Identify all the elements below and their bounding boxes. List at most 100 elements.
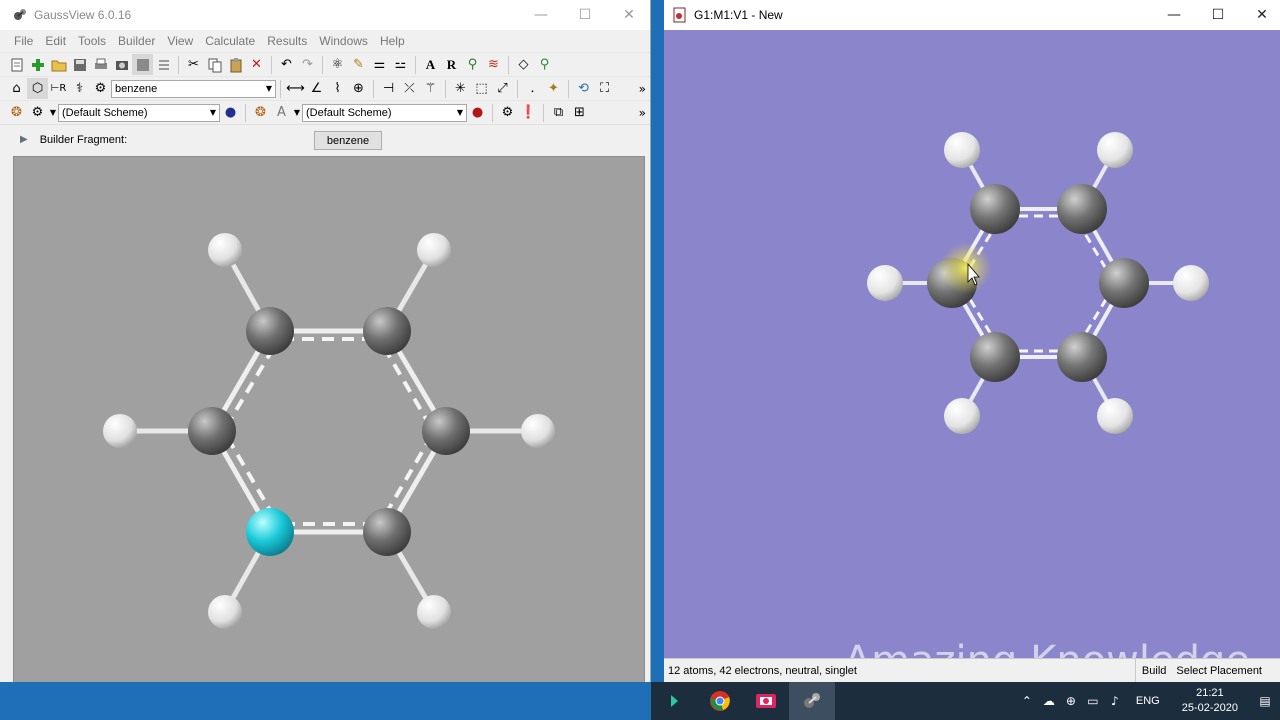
atom-tool-icon[interactable]: ⚍: [390, 54, 411, 75]
menu-tools[interactable]: Tools: [72, 34, 112, 48]
copy-icon[interactable]: [204, 54, 225, 75]
sphere-icon[interactable]: ●: [220, 102, 241, 123]
display-format-icon[interactable]: ⚙: [27, 102, 48, 123]
rebond-icon[interactable]: ⚚: [420, 78, 441, 99]
clean-geometry-icon[interactable]: ✦: [543, 78, 564, 99]
maximize-button[interactable]: ☐: [563, 0, 607, 30]
hydrogen-atom[interactable]: [208, 233, 242, 267]
symmetry-icon[interactable]: ⚛: [327, 54, 348, 75]
builder-icon[interactable]: ⌂: [6, 78, 27, 99]
delete-atom-icon[interactable]: ⤫: [399, 78, 420, 99]
r-group-icon[interactable]: ⊢R: [48, 78, 69, 99]
builder-fragment-button[interactable]: benzene: [314, 131, 382, 150]
label-a-icon[interactable]: A: [271, 102, 292, 123]
list-icon[interactable]: [153, 54, 174, 75]
taskbar-app-gaussview[interactable]: [651, 682, 697, 720]
camera-icon[interactable]: [111, 54, 132, 75]
carbon-atom[interactable]: [1057, 184, 1107, 234]
taskbar-app-gaussview-active[interactable]: [789, 682, 835, 720]
viewer-titlebar[interactable]: G1:M1:V1 - New — ☐ ✕: [664, 0, 1280, 30]
save-icon[interactable]: [69, 54, 90, 75]
hydrogen-atom[interactable]: [521, 414, 555, 448]
language-indicator[interactable]: ENG: [1136, 695, 1160, 707]
carbon-atom[interactable]: [363, 307, 411, 355]
custom-fragment-icon[interactable]: ⚙: [90, 78, 111, 99]
hydrogen-atom[interactable]: [1097, 398, 1133, 434]
carbon-atom[interactable]: [970, 184, 1020, 234]
battery-icon[interactable]: ▭: [1082, 694, 1104, 708]
close-button[interactable]: ✕: [1240, 0, 1280, 30]
style-icon[interactable]: ❂: [250, 102, 271, 123]
label-scheme-select[interactable]: (Default Scheme) ▼: [302, 103, 467, 122]
hydrogen-atom[interactable]: [944, 132, 980, 168]
palette-icon[interactable]: ❂: [6, 102, 27, 123]
volume-icon[interactable]: ♪: [1104, 694, 1126, 708]
dropdown-arrow-icon[interactable]: ▼: [48, 102, 58, 123]
highlighted-attach-atom[interactable]: [246, 508, 294, 556]
expand-triangle-icon[interactable]: ▶: [20, 134, 28, 145]
dropdown-arrow-icon[interactable]: ▼: [292, 102, 302, 123]
ring-icon[interactable]: ⬡: [27, 78, 48, 99]
fragment-select[interactable]: benzene ▼: [111, 79, 276, 98]
menu-help[interactable]: Help: [374, 34, 411, 48]
add-icon[interactable]: [27, 54, 48, 75]
add-valence-icon[interactable]: ⊣: [378, 78, 399, 99]
hydrogen-atom[interactable]: [417, 595, 451, 629]
hydrogen-atom[interactable]: [417, 233, 451, 267]
minimize-button[interactable]: —: [1152, 0, 1196, 30]
windows-icon[interactable]: ⧉: [548, 102, 569, 123]
pin-icon[interactable]: ⚲: [534, 54, 555, 75]
dihedral-icon[interactable]: ⌇: [327, 78, 348, 99]
cut-icon[interactable]: ✂: [183, 54, 204, 75]
taskbar-app-chrome[interactable]: [697, 682, 743, 720]
gaussview-titlebar[interactable]: GaussView 6.0.16 — ☐ ✕: [0, 0, 650, 30]
clock[interactable]: 21:21 25-02-2020: [1182, 686, 1238, 716]
toolbar-overflow[interactable]: »: [639, 82, 646, 96]
taskbar-app-video[interactable]: [743, 682, 789, 720]
undo-icon[interactable]: ↶: [276, 54, 297, 75]
point-icon[interactable]: ⸳: [522, 78, 543, 99]
red-sphere-icon[interactable]: ●: [467, 102, 488, 123]
layers-icon[interactable]: ≋: [483, 54, 504, 75]
amino-icon[interactable]: ⚕: [69, 78, 90, 99]
new-icon[interactable]: [6, 54, 27, 75]
molecule-3d-canvas[interactable]: Amazing Knowledge: [664, 30, 1280, 684]
fit-icon[interactable]: ⛶: [594, 78, 615, 99]
carbon-atom[interactable]: [1099, 258, 1149, 308]
menu-calculate[interactable]: Calculate: [199, 34, 261, 48]
globe-icon[interactable]: ⊕: [1060, 694, 1082, 708]
bond-length-icon[interactable]: ⟷: [285, 78, 306, 99]
paste-icon[interactable]: [225, 54, 246, 75]
menu-edit[interactable]: Edit: [39, 34, 72, 48]
carbon-atom[interactable]: [970, 332, 1020, 382]
color-scheme-select[interactable]: (Default Scheme) ▼: [58, 103, 220, 122]
inquire-icon[interactable]: ⊕: [348, 78, 369, 99]
menu-builder[interactable]: Builder: [112, 34, 161, 48]
menu-windows[interactable]: Windows: [313, 34, 374, 48]
redo-icon[interactable]: ↷: [297, 54, 318, 75]
hydrogen-atom[interactable]: [103, 414, 137, 448]
light-icon[interactable]: ❗: [518, 102, 539, 123]
hydrogen-atom[interactable]: [944, 398, 980, 434]
menu-results[interactable]: Results: [261, 34, 313, 48]
save-as-icon[interactable]: [132, 54, 153, 75]
delete-icon[interactable]: ✕: [246, 54, 267, 75]
chevron-up-icon[interactable]: ⌃: [1016, 694, 1038, 708]
mirror-icon[interactable]: ⤢: [492, 78, 513, 99]
cloud-icon[interactable]: ☁: [1038, 694, 1060, 708]
close-button[interactable]: ✕: [607, 0, 651, 30]
notification-icon[interactable]: ▤: [1250, 694, 1280, 708]
fragment-preview-canvas[interactable]: [13, 156, 645, 706]
hydrogen-atom[interactable]: [208, 595, 242, 629]
menu-file[interactable]: File: [8, 34, 39, 48]
text-a-icon[interactable]: A: [420, 54, 441, 75]
link-icon[interactable]: ⚲: [462, 54, 483, 75]
text-r-icon[interactable]: R: [441, 54, 462, 75]
carbon-atom[interactable]: [422, 407, 470, 455]
hydrogen-atom[interactable]: [867, 265, 903, 301]
view-rotate-icon[interactable]: ⟲: [573, 78, 594, 99]
open-folder-icon[interactable]: [48, 54, 69, 75]
select-icon[interactable]: ⬚: [471, 78, 492, 99]
minimize-button[interactable]: —: [519, 0, 563, 30]
toolbar-overflow[interactable]: »: [639, 106, 646, 120]
